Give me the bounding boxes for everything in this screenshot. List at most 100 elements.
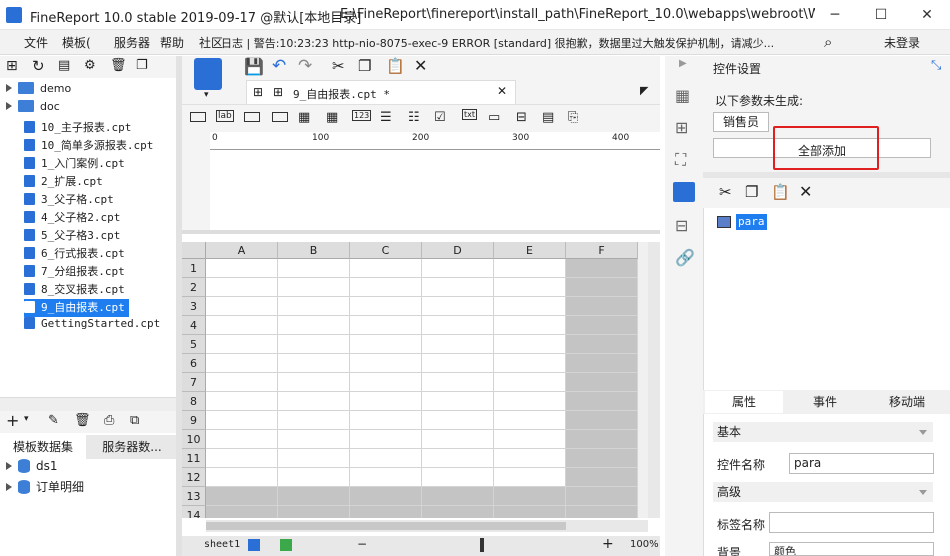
tree-file-selected[interactable]: 9_自由报表.cpt (24, 299, 129, 317)
grid-cell[interactable] (278, 335, 350, 354)
grid-cell[interactable] (494, 449, 566, 468)
zoom-slider[interactable] (480, 538, 484, 552)
grid-cell[interactable] (422, 506, 494, 518)
widget-icon[interactable] (190, 112, 206, 122)
grid-cell[interactable] (350, 468, 422, 487)
grid-cell[interactable] (566, 449, 638, 468)
save-icon[interactable]: 💾 (244, 57, 264, 76)
row-header[interactable]: 2 (182, 278, 206, 297)
menu-help[interactable]: 帮助 (160, 34, 184, 51)
collapse-panel-icon[interactable]: ⤡ (931, 58, 941, 73)
grid-cell[interactable] (350, 373, 422, 392)
tree-file[interactable]: 10_简单多源报表.cpt (24, 137, 153, 155)
template-icon[interactable] (194, 58, 222, 90)
tree-file[interactable]: 8_交叉报表.cpt (24, 281, 125, 299)
grid-cell[interactable] (494, 335, 566, 354)
column-header[interactable]: D (422, 242, 494, 259)
horizontal-scrollbar[interactable] (206, 520, 648, 532)
grid-cell[interactable] (206, 487, 278, 506)
tree-file[interactable]: 1_入门案例.cpt (24, 155, 125, 173)
grid-cell[interactable] (422, 430, 494, 449)
grid-cell[interactable] (566, 354, 638, 373)
add-sheet-icon[interactable] (280, 539, 292, 551)
grid-cell[interactable] (494, 259, 566, 278)
grid-cell[interactable] (206, 316, 278, 335)
grid-cell[interactable] (278, 354, 350, 373)
grid-cell[interactable] (278, 449, 350, 468)
menu-community[interactable]: 社区 (199, 34, 223, 51)
column-header[interactable]: A (206, 242, 278, 259)
widget-name-input[interactable]: para (789, 453, 934, 474)
sheet-tab[interactable]: sheet1 (204, 539, 240, 550)
grid-cell[interactable] (422, 449, 494, 468)
tab-server-datasets[interactable]: 服务器数... (88, 435, 176, 459)
grid-cell[interactable] (206, 430, 278, 449)
grid-cell[interactable] (494, 297, 566, 316)
new-folder-icon[interactable]: ⊞ (6, 58, 18, 74)
grid-cell[interactable] (422, 468, 494, 487)
menu-template[interactable]: 模板( (62, 34, 91, 51)
grid-cell[interactable] (422, 316, 494, 335)
delete-icon[interactable]: ✕ (799, 182, 812, 201)
grid-cell[interactable] (566, 316, 638, 335)
frame-icon[interactable]: ⛶ (675, 150, 686, 170)
tag-name-input[interactable] (769, 512, 934, 533)
grid-cell[interactable] (206, 411, 278, 430)
grid-cell[interactable] (350, 278, 422, 297)
grid-cell[interactable] (278, 316, 350, 335)
close-button[interactable]: ✕ (904, 0, 950, 30)
row-header[interactable]: 14 (182, 506, 206, 518)
grid-cell[interactable] (566, 259, 638, 278)
grid-cell[interactable] (422, 354, 494, 373)
grid-cell[interactable] (566, 468, 638, 487)
editor-tab[interactable]: ⊞ ⊞ 9_自由报表.cpt * ✕ (246, 80, 516, 104)
grid-cell[interactable] (566, 411, 638, 430)
widget-settings-icon[interactable] (673, 182, 695, 202)
grid-cell[interactable] (566, 278, 638, 297)
grid-cell[interactable] (278, 373, 350, 392)
edit-icon[interactable]: ✎ (48, 413, 59, 428)
maximize-button[interactable]: ☐ (858, 0, 904, 30)
link-icon[interactable]: 🔗 (675, 248, 695, 267)
undo-icon[interactable]: ↶ (272, 56, 286, 76)
widget-icon[interactable]: ☰ (380, 110, 392, 125)
grid-cell[interactable] (494, 392, 566, 411)
grid-cell[interactable] (206, 468, 278, 487)
menu-file[interactable]: 文件 (24, 34, 48, 51)
open-icon[interactable]: ▤ (58, 58, 70, 73)
grid-cell[interactable] (566, 335, 638, 354)
delete-icon[interactable]: 🗑 (110, 58, 127, 73)
tree-file[interactable]: GettingStarted.cpt (24, 317, 160, 335)
widget-icon[interactable]: ▦ (326, 110, 338, 125)
grid-cell[interactable] (494, 316, 566, 335)
grid-cell[interactable] (566, 506, 638, 518)
cut-icon[interactable]: ✂ (332, 57, 345, 75)
grid-cell[interactable] (278, 506, 350, 518)
tab-template-datasets[interactable]: 模板数据集 (0, 435, 86, 459)
row-header[interactable]: 10 (182, 430, 206, 449)
paste-icon[interactable]: 📋 (386, 57, 405, 75)
grid-cell[interactable] (350, 354, 422, 373)
section-basic[interactable]: 基本 (713, 422, 933, 442)
widget-icon[interactable]: ☷ (408, 110, 420, 125)
preview-icon[interactable]: ⎙ (104, 413, 114, 428)
tab-properties[interactable]: 属性 (705, 391, 783, 413)
row-header[interactable]: 5 (182, 335, 206, 354)
tree-file[interactable]: 3_父子格.cpt (24, 191, 114, 209)
widget-icon[interactable]: ☑ (434, 110, 446, 125)
menu-server[interactable]: 服务器 (114, 34, 150, 51)
zoom-in-button[interactable]: + (602, 536, 614, 552)
redo-icon[interactable]: ↷ (298, 56, 312, 76)
tab-menu-icon[interactable]: ◤ (640, 84, 648, 97)
tree-folder[interactable]: demo (0, 82, 71, 100)
grid-cell[interactable] (566, 373, 638, 392)
grid-cell[interactable] (422, 297, 494, 316)
grid-cell[interactable] (422, 335, 494, 354)
grid-cell[interactable] (206, 392, 278, 411)
clear-icon[interactable]: ✕ (414, 56, 427, 75)
grid-cell[interactable] (566, 297, 638, 316)
grid-cell[interactable] (422, 487, 494, 506)
grid-cell[interactable] (494, 411, 566, 430)
widget-icon[interactable] (244, 112, 260, 122)
grid-cell[interactable] (494, 373, 566, 392)
